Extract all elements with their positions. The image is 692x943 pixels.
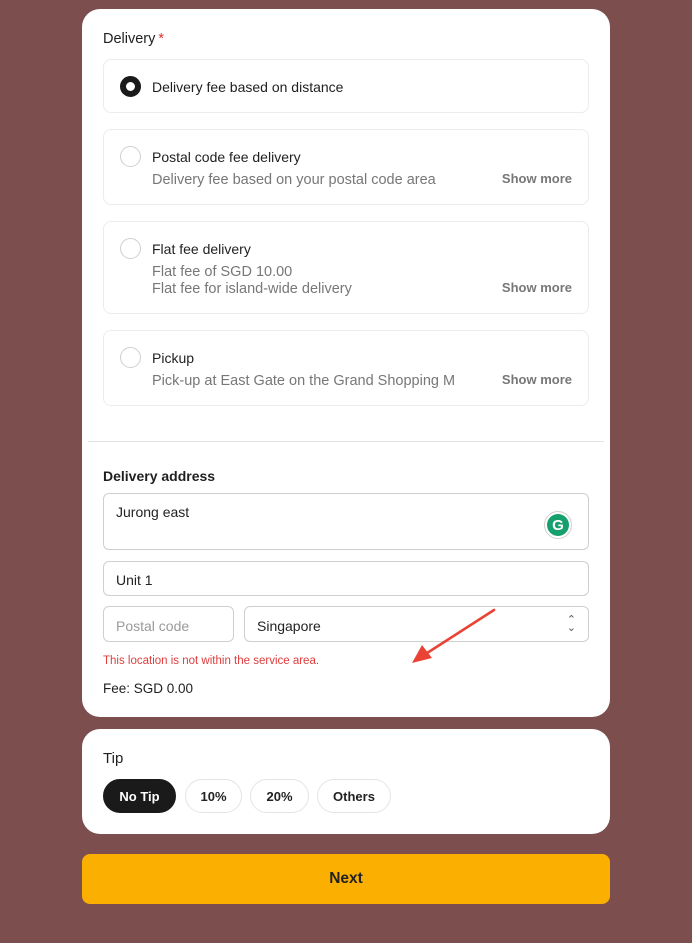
select-chevron-icon: ⌃ ⌄ [566, 614, 576, 634]
street-address-input[interactable]: Jurong east G [103, 493, 589, 550]
grammarly-icon[interactable]: G [544, 511, 572, 539]
option-title: Delivery fee based on distance [152, 79, 344, 95]
delivery-option-flat[interactable]: Flat fee delivery Flat fee of SGD 10.00 … [103, 221, 589, 314]
tip-card: Tip No Tip 10% 20% Others [82, 729, 610, 834]
option-title: Postal code fee delivery [152, 149, 301, 165]
delivery-section-title: Delivery * [103, 31, 164, 47]
fee-text: Fee: SGD 0.00 [103, 681, 194, 696]
radio-distance[interactable] [120, 76, 141, 97]
show-more-link[interactable]: Show more [502, 280, 572, 295]
radio-pickup[interactable] [120, 347, 141, 368]
postal-code-input[interactable]: Postal code [103, 606, 234, 642]
unit-input[interactable]: Unit 1 [103, 561, 589, 596]
postal-code-placeholder: Postal code [116, 618, 190, 634]
delivery-address-title: Delivery address [103, 468, 216, 484]
next-button[interactable]: Next [82, 854, 610, 904]
delivery-option-postal[interactable]: Postal code fee delivery Delivery fee ba… [103, 129, 589, 205]
option-description: Flat fee for island-wide delivery [152, 281, 352, 297]
option-description: Flat fee of SGD 10.00 [152, 264, 293, 280]
radio-flat[interactable] [120, 238, 141, 259]
tip-option-others[interactable]: Others [317, 779, 391, 813]
option-description: Pick-up at East Gate on the Grand Shoppi… [152, 373, 456, 389]
service-area-error: This location is not within the service … [103, 655, 320, 667]
street-value: Jurong east [116, 504, 190, 520]
annotation-arrow-icon [412, 608, 496, 663]
section-divider [88, 441, 604, 442]
tip-option-10[interactable]: 10% [185, 779, 242, 813]
unit-value: Unit 1 [116, 572, 153, 588]
country-value: Singapore [257, 618, 321, 634]
option-description: Delivery fee based on your postal code a… [152, 172, 436, 188]
grammarly-letter: G [547, 514, 569, 536]
show-more-link[interactable]: Show more [502, 171, 572, 186]
show-more-link[interactable]: Show more [502, 372, 572, 387]
required-mark: * [158, 31, 165, 47]
tip-title: Tip [103, 750, 124, 767]
delivery-option-pickup[interactable]: Pickup Pick-up at East Gate on the Grand… [103, 330, 589, 406]
option-title: Flat fee delivery [152, 241, 251, 257]
tip-option-no-tip[interactable]: No Tip [103, 779, 176, 813]
option-title: Pickup [152, 350, 195, 366]
radio-postal[interactable] [120, 146, 141, 167]
delivery-title: Delivery [103, 31, 156, 47]
delivery-option-distance[interactable]: Delivery fee based on distance [103, 59, 589, 113]
tip-option-20[interactable]: 20% [250, 779, 309, 813]
delivery-card: Delivery * Delivery fee based on distance… [82, 9, 610, 717]
